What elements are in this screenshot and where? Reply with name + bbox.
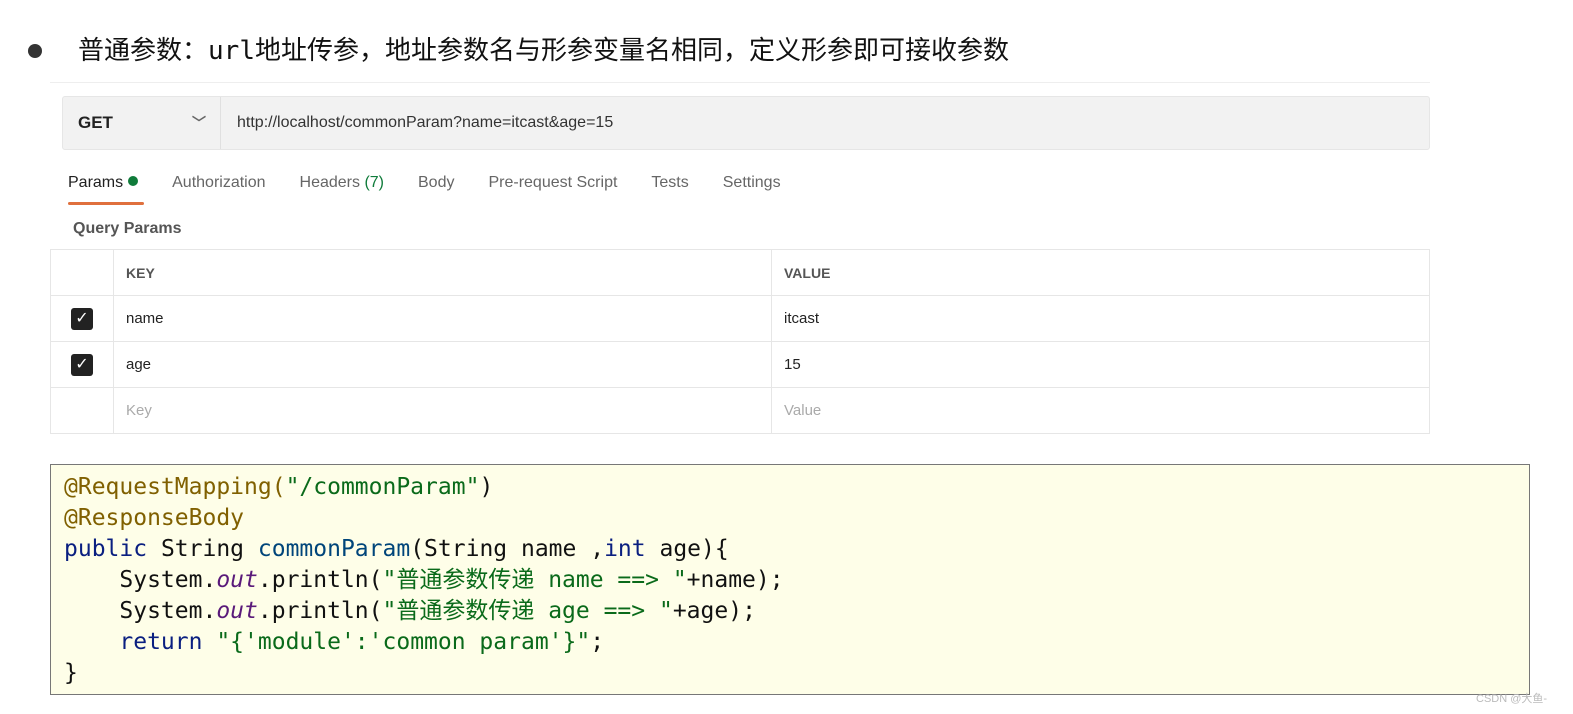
title-rest: 地址传参，地址参数名与形参变量名相同，定义形参即可接收参数: [254, 36, 1009, 66]
method-label: GET: [78, 113, 113, 132]
watermark: CSDN @大鱼-: [1476, 693, 1548, 705]
code-token: @RequestMapping(: [64, 474, 286, 500]
query-params-table: KEY VALUE ✓ name itcast ✓ age 15 Key Value: [50, 249, 1430, 434]
code-token: "{'module':'common param'}": [216, 629, 591, 655]
url-input[interactable]: http://localhost/commonParam?name=itcast…: [221, 114, 613, 132]
code-token: public: [64, 536, 161, 562]
tab-label: Params: [68, 174, 124, 191]
code-token: "普通参数传递 age ==> ": [382, 598, 673, 624]
request-bar: GET ﹀ http://localhost/commonParam?name=i…: [62, 96, 1430, 150]
tab-label: Authorization: [172, 174, 266, 191]
code-token: .println(: [257, 567, 383, 593]
table-header: KEY VALUE: [50, 249, 1430, 296]
postman-request-panel: GET ﹀ http://localhost/commonParam?name=i…: [50, 82, 1430, 434]
code-line: }: [64, 658, 1529, 689]
tab-label: Body: [418, 174, 455, 191]
code-token: (String name ,: [410, 536, 605, 562]
code-token: String: [160, 536, 258, 562]
tab-label: Settings: [722, 174, 781, 191]
code-token: return: [64, 629, 217, 655]
chevron-down-icon: ﹀: [192, 115, 206, 131]
slide-title: 普通参数：url地址传参，地址参数名与形参变量名相同，定义形参即可接收参数: [78, 30, 1009, 67]
code-token: @ResponseBody: [64, 505, 245, 531]
code-token: System.: [64, 598, 217, 624]
table-row: ✓ name itcast: [50, 295, 1430, 342]
tab-count-badge: (7): [364, 174, 384, 191]
code-line: System.out.println("普通参数传递 age ==> "+age…: [64, 596, 1529, 627]
checkbox-checked-icon[interactable]: ✓: [71, 353, 93, 376]
key-cell[interactable]: age: [113, 341, 772, 388]
tab-authorization[interactable]: Authorization: [172, 173, 265, 205]
tab-settings[interactable]: Settings: [723, 173, 781, 205]
method-select[interactable]: GET ﹀: [63, 97, 221, 149]
query-params-title: Query Params: [73, 220, 182, 237]
code-line: System.out.println("普通参数传递 name ==> "+na…: [64, 565, 1529, 596]
code-token: .println(: [257, 598, 383, 624]
code-token: }: [64, 660, 78, 686]
code-line: public String commonParam(String name ,i…: [64, 534, 1529, 565]
code-token: "普通参数传递 name ==> ": [382, 567, 687, 593]
key-cell[interactable]: name: [113, 295, 772, 342]
tab-label: Tests: [651, 174, 689, 191]
code-line: @RequestMapping("/commonParam"): [64, 472, 1529, 503]
code-token: +age);: [672, 598, 756, 624]
tab-label: Headers: [299, 174, 365, 191]
key-input[interactable]: Key: [113, 387, 772, 434]
tab-pre-request-script[interactable]: Pre-request Script: [488, 173, 617, 205]
title-mono: url: [208, 36, 255, 66]
code-token: System.: [64, 567, 217, 593]
code-token: commonParam: [257, 536, 411, 562]
value-cell[interactable]: 15: [771, 341, 1430, 388]
checkbox-checked-icon[interactable]: ✓: [71, 307, 93, 330]
key-header: KEY: [113, 249, 772, 296]
table-row-empty: Key Value: [50, 387, 1430, 434]
code-token: ): [479, 474, 494, 500]
code-token: +name);: [686, 567, 784, 593]
tab-headers[interactable]: Headers (7): [300, 173, 384, 205]
code-token: out: [216, 567, 258, 593]
value-header: VALUE: [771, 249, 1430, 296]
code-token: age){: [645, 536, 729, 562]
code-line: return "{'module':'common param'}";: [64, 627, 1529, 658]
code-token: out: [216, 598, 258, 624]
code-line: @ResponseBody: [64, 503, 1529, 534]
code-block: @RequestMapping("/commonParam") @Response…: [50, 464, 1530, 695]
table-row: ✓ age 15: [50, 341, 1430, 388]
tab-body[interactable]: Body: [418, 173, 454, 205]
bullet-icon: [28, 44, 42, 58]
tab-params[interactable]: Params: [68, 173, 145, 205]
tab-tests[interactable]: Tests: [651, 173, 688, 205]
value-cell[interactable]: itcast: [771, 295, 1430, 342]
tab-label: Pre-request Script: [488, 174, 618, 191]
request-tabs: Params Authorization Headers (7) Body Pre-re…: [68, 173, 815, 205]
title-prefix: 普通参数：: [78, 36, 209, 66]
value-input[interactable]: Value: [771, 387, 1430, 434]
active-dot-icon: [128, 176, 139, 186]
code-token: ;: [590, 629, 605, 655]
code-token: int: [604, 536, 646, 562]
code-token: "/commonParam": [285, 474, 480, 500]
